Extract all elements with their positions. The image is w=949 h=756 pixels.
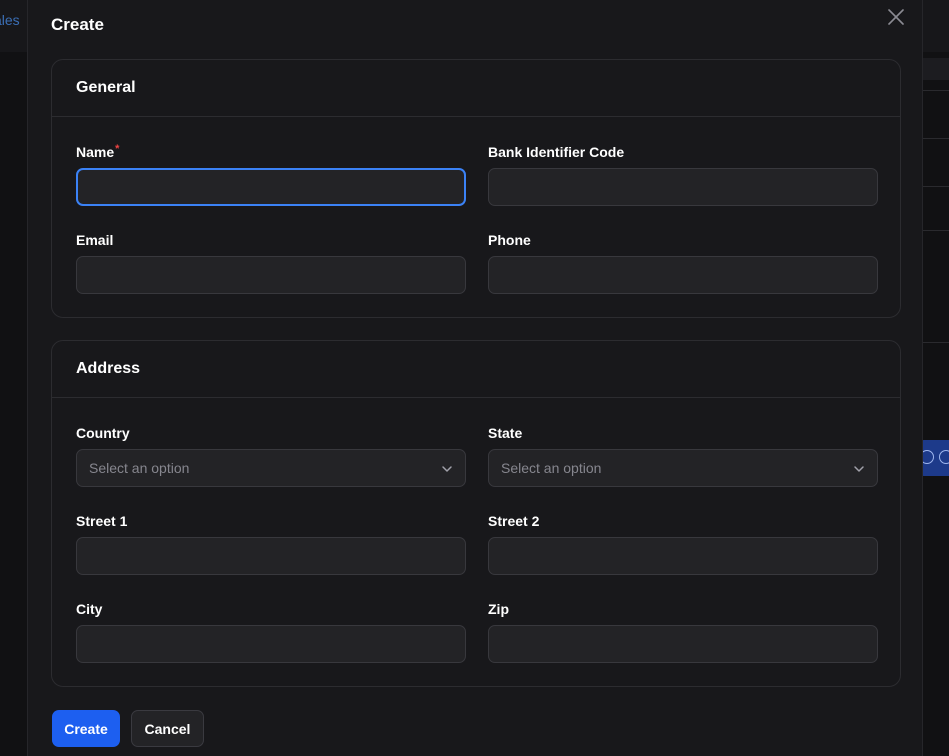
create-modal: Create General Name* Bank Identifier Cod… [27, 0, 923, 756]
circle-icon [939, 450, 949, 464]
email-label: Email [76, 232, 114, 248]
background-row-divider [922, 230, 949, 231]
general-section-header: General [52, 60, 900, 117]
country-label: Country [76, 425, 130, 441]
phone-label: Phone [488, 232, 531, 248]
phone-input[interactable] [488, 256, 878, 294]
city-label: City [76, 601, 103, 617]
state-select[interactable]: Select an option [488, 449, 878, 487]
state-label: State [488, 425, 523, 441]
phone-field: Phone [488, 230, 878, 294]
street1-label: Street 1 [76, 513, 128, 529]
bic-field: Bank Identifier Code [488, 142, 878, 206]
close-button[interactable] [885, 6, 907, 28]
background-row-divider [922, 90, 949, 91]
city-field: City [76, 599, 466, 663]
street1-input[interactable] [76, 537, 466, 575]
email-input[interactable] [76, 256, 466, 294]
zip-label: Zip [488, 601, 509, 617]
required-marker: * [115, 143, 120, 155]
background-nav-link: ales [0, 12, 20, 28]
close-icon [888, 9, 904, 25]
country-select-placeholder: Select an option [89, 460, 190, 476]
street2-label: Street 2 [488, 513, 540, 529]
general-section-title: General [76, 79, 136, 96]
street2-field: Street 2 [488, 511, 878, 575]
zip-field: Zip [488, 599, 878, 663]
address-section-header: Address [52, 341, 900, 398]
chevron-down-icon [442, 466, 452, 472]
street1-field: Street 1 [76, 511, 466, 575]
state-select-placeholder: Select an option [501, 460, 602, 476]
address-section-title: Address [76, 360, 141, 377]
name-field: Name* [76, 142, 466, 206]
street2-input[interactable] [488, 537, 878, 575]
state-field: State Select an option [488, 423, 878, 487]
address-section: Address Country Select an option State S… [51, 340, 901, 687]
city-input[interactable] [76, 625, 466, 663]
general-section: General Name* Bank Identifier Code Email… [51, 59, 901, 318]
background-table-header [922, 58, 949, 80]
cancel-button[interactable]: Cancel [131, 710, 204, 747]
chevron-down-icon [854, 466, 864, 472]
create-button[interactable]: Create [52, 710, 120, 747]
name-input[interactable] [76, 168, 466, 206]
background-row-divider [922, 186, 949, 187]
background-row-divider [922, 342, 949, 343]
country-select[interactable]: Select an option [76, 449, 466, 487]
bic-input[interactable] [488, 168, 878, 206]
modal-title: Create [51, 15, 104, 34]
name-label: Name* [76, 143, 120, 160]
country-field: Country Select an option [76, 423, 466, 487]
zip-input[interactable] [488, 625, 878, 663]
bic-label: Bank Identifier Code [488, 144, 625, 160]
email-field: Email [76, 230, 466, 294]
background-row-divider [922, 138, 949, 139]
